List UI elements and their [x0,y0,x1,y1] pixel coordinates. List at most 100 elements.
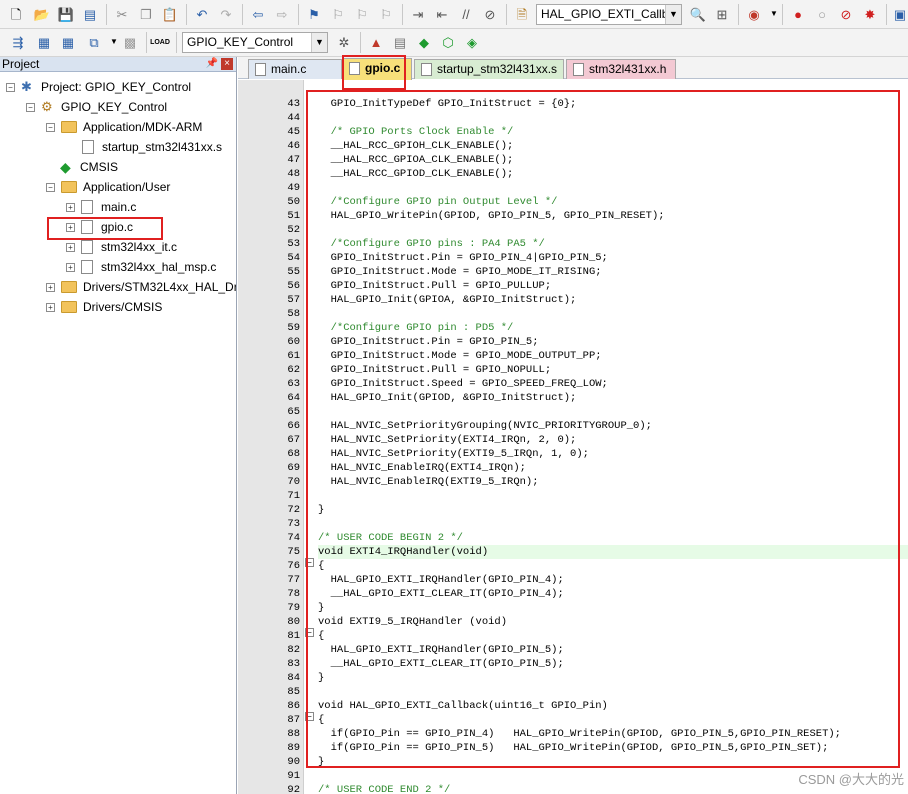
tree-item-target[interactable]: − ⚙ GPIO_KEY_Control [26,97,167,117]
prev-bookmark-icon[interactable]: ⚐ [328,4,348,24]
code-line: /*Configure GPIO pins : PA4 PA5 */ [318,238,545,250]
bookmark-icon[interactable]: ⚑ [304,4,324,24]
collapse-icon[interactable]: − [6,82,15,92]
code-line: void HAL_GPIO_EXTI_Callback(uint16_t GPI… [318,700,608,712]
uncomment-icon[interactable]: ⊘ [480,4,500,24]
line-number: 67 [287,434,300,446]
expand-icon[interactable]: + [46,302,55,312]
expand-icon[interactable]: + [66,242,75,252]
tab-label: startup_stm32l431xx.s [437,62,558,76]
collapse-icon[interactable]: − [46,182,55,192]
debug-icon[interactable]: ◉ [744,4,764,24]
debug-dropdown-icon[interactable]: ▼ [764,4,784,24]
tree-group-mdk-arm[interactable]: − Application/MDK-ARM [46,117,202,137]
expand-icon[interactable]: + [66,262,75,272]
clear-bookmark-icon[interactable]: ⚐ [376,4,396,24]
next-bookmark-icon[interactable]: ⚐ [352,4,372,24]
redo-icon[interactable]: ↷ [216,4,236,24]
tree-item-label: CMSIS [80,160,119,174]
disable-breakpoint-icon[interactable]: ○ [812,4,832,24]
cut-icon[interactable]: ✂ [112,4,132,24]
comment-icon[interactable]: // [456,4,476,24]
translate-icon[interactable]: ⇶ [8,32,28,52]
forward-icon[interactable]: ⇨ [272,4,292,24]
tree-item-cmsis[interactable]: ◆ CMSIS [60,157,118,177]
find-in-files-icon[interactable]: 🗎 [512,4,532,24]
rebuild-icon[interactable]: ▦ [58,32,78,52]
tree-group-drivers-hal[interactable]: + Drivers/STM32L4xx_HAL_Driv [46,277,236,297]
window-icon[interactable]: ▣ [890,4,908,24]
collapse-icon[interactable]: − [26,102,35,112]
collapse-icon[interactable]: − [46,122,55,132]
back-icon[interactable]: ⇦ [248,4,268,24]
batch-build-icon[interactable]: ⧉ [84,32,104,52]
line-number: 81 [287,630,300,642]
save-icon[interactable]: 💾 [56,4,76,24]
fold-collapse-icon[interactable]: − [305,628,314,637]
target-options-icon[interactable]: ✲ [334,32,354,52]
expand-icon[interactable]: + [66,202,75,212]
tree-item-label: Application/MDK-ARM [83,120,203,134]
copy-icon[interactable]: ❐ [136,4,156,24]
tree-item-label: startup_stm32l431xx.s [102,140,223,154]
pin-icon[interactable]: 📌 [206,57,218,71]
close-icon[interactable]: × [221,58,233,70]
line-number: 82 [287,644,300,656]
tree-root-project[interactable]: − ✱ Project: GPIO_KEY_Control [6,77,191,97]
expand-icon[interactable]: + [46,282,55,292]
code-line: __HAL_RCC_GPIOD_CLK_ENABLE(); [318,168,514,180]
target-select[interactable]: GPIO_KEY_Control ▼ [182,32,328,53]
open-icon[interactable]: 📂 [32,4,52,24]
line-number: 90 [287,756,300,768]
function-combo[interactable]: HAL_GPIO_EXTI_Callback ▼ [536,4,682,25]
tree-file-main-c[interactable]: + main.c [66,197,136,217]
file-extensions-icon[interactable]: ▲ [366,32,386,52]
find-icon[interactable]: 🔍 [688,4,708,24]
tree-file-gpio-c[interactable]: + gpio.c [66,217,133,237]
line-number: 86 [287,700,300,712]
project-icon: ✱ [21,79,32,94]
expand-icon[interactable]: + [66,222,75,232]
stop-build-icon[interactable]: ▩ [120,32,140,52]
zoom-icon[interactable]: ⊞ [712,4,732,24]
tree-file-it-c[interactable]: + stm32l4xx_it.c [66,237,177,257]
tree-file-msp-c[interactable]: + stm32l4xx_hal_msp.c [66,257,216,277]
save-all-icon[interactable]: ▤ [80,4,100,24]
chevron-down-icon[interactable]: ▼ [665,5,681,24]
fold-collapse-icon[interactable]: − [305,712,314,721]
load-icon[interactable]: LOAD [150,32,170,52]
pack-installer-icon[interactable]: ⬡ [438,32,458,52]
undo-icon[interactable]: ↶ [192,4,212,24]
tab-startup-s[interactable]: startup_stm32l431xx.s [414,59,564,79]
line-number: 58 [287,308,300,320]
build-icon[interactable]: ▦ [34,32,54,52]
fold-margin [304,80,316,794]
wizard-icon[interactable]: ◆ [414,32,434,52]
tree-file-startup[interactable]: startup_stm32l431xx.s [82,137,222,157]
file-icon [255,63,266,76]
line-number: 70 [287,476,300,488]
chevron-down-icon[interactable]: ▼ [311,33,327,52]
tab-header-h[interactable]: stm32l431xx.h [566,59,676,79]
run-environment-icon[interactable]: ◈ [462,32,482,52]
kill-breakpoint-icon[interactable]: ⊘ [836,4,856,24]
line-number: 89 [287,742,300,754]
code-line: HAL_GPIO_Init(GPIOD, &GPIO_InitStruct); [318,392,577,404]
tab-main-c[interactable]: main.c [248,59,342,79]
unindent-icon[interactable]: ⇤ [432,4,452,24]
code-line: GPIO_InitTypeDef GPIO_InitStruct = {0}; [318,98,577,110]
tree-group-drivers-cmsis[interactable]: + Drivers/CMSIS [46,297,162,317]
indent-icon[interactable]: ⇥ [408,4,428,24]
tree-group-application-user[interactable]: − Application/User [46,177,170,197]
tab-gpio-c[interactable]: gpio.c [342,58,412,80]
new-file-icon[interactable]: 🗋 [6,4,26,24]
code-line: HAL_NVIC_SetPriorityGrouping(NVIC_PRIORI… [318,420,652,432]
paste-icon[interactable]: 📋 [160,4,180,24]
code-line: GPIO_InitStruct.Pull = GPIO_NOPULL; [318,364,552,376]
breakpoint-icon[interactable]: ● [788,4,808,24]
line-number: 80 [287,616,300,628]
fold-collapse-icon[interactable]: − [305,558,314,567]
manage-components-icon[interactable]: ▤ [390,32,410,52]
clear-breakpoints-icon[interactable]: ✸ [860,4,880,24]
code-line: __HAL_GPIO_EXTI_CLEAR_IT(GPIO_PIN_4); [318,588,564,600]
